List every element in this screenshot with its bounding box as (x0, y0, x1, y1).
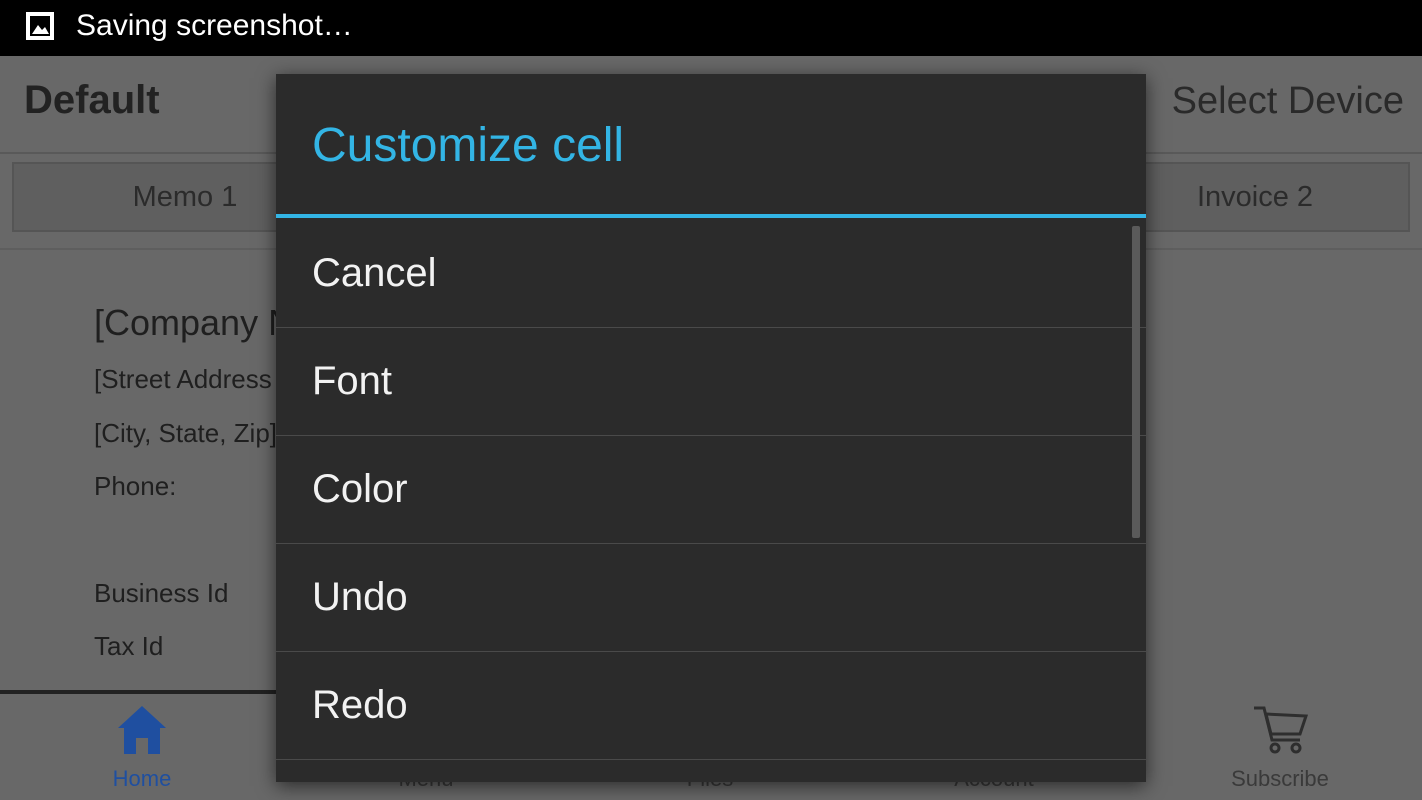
tab-invoice-2[interactable]: Invoice 2 (1100, 162, 1410, 232)
option-cancel[interactable]: Cancel (276, 220, 1146, 328)
option-label: Color (312, 467, 408, 511)
option-label: Font (312, 359, 393, 403)
dialog-scrollbar[interactable] (1132, 226, 1140, 538)
nav-home-label: Home (112, 766, 172, 791)
select-device-button[interactable]: Select Device (1172, 80, 1404, 123)
option-font[interactable]: Font (276, 328, 1146, 436)
company-name-cell[interactable]: [Company N (94, 302, 294, 344)
status-bar: Saving screenshot… (0, 0, 1422, 56)
phone-cell[interactable]: Phone: (94, 471, 176, 502)
title-divider (276, 214, 1146, 218)
option-label: Undo (312, 575, 408, 619)
tax-id-cell[interactable]: Tax Id (94, 631, 163, 662)
street-address-cell[interactable]: [Street Address (94, 364, 272, 395)
dialog-options-list: Cancel Font Color Undo Redo (276, 220, 1146, 760)
nav-subscribe-label: Subscribe (1231, 766, 1329, 791)
dialog-title: Customize cell (312, 119, 625, 172)
home-icon (118, 706, 166, 754)
city-state-zip-cell[interactable]: [City, State, Zip] (94, 418, 277, 449)
status-text: Saving screenshot… (76, 9, 353, 42)
business-id-cell[interactable]: Business Id (94, 578, 228, 609)
nav-subscribe[interactable]: Subscribe (1138, 694, 1422, 800)
image-icon (26, 12, 54, 40)
customize-cell-dialog: Customize cell Cancel Font Color Undo Re… (276, 74, 1146, 782)
cart-icon (1254, 706, 1309, 754)
page-title: Default (24, 78, 160, 122)
option-redo[interactable]: Redo (276, 652, 1146, 760)
option-color[interactable]: Color (276, 436, 1146, 544)
option-label: Cancel (312, 251, 437, 295)
option-label: Redo (312, 683, 408, 727)
option-undo[interactable]: Undo (276, 544, 1146, 652)
nav-home[interactable]: Home (0, 694, 284, 800)
